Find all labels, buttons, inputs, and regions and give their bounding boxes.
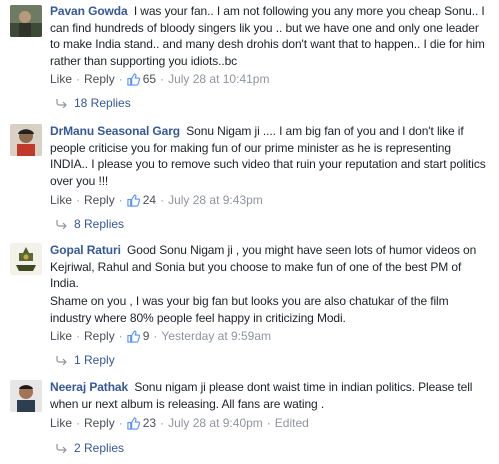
reply-arrow-icon	[56, 444, 67, 453]
comment-author[interactable]: Neeraj Pathak	[50, 380, 128, 394]
separator: ·	[118, 329, 123, 343]
reply-arrow-icon	[56, 356, 67, 365]
comment-text: Shame on you , I was your big fan but lo…	[50, 294, 449, 325]
reply-arrow-icon	[56, 99, 67, 108]
like-count[interactable]: 9	[143, 329, 150, 343]
thumbs-up-icon[interactable]	[127, 72, 140, 86]
reply-link[interactable]: Reply	[84, 416, 115, 430]
comment-actions: Like · Reply · 65 · July 28 at 10:41pm	[50, 72, 269, 86]
avatar-photo-icon	[10, 380, 42, 412]
separator: ·	[160, 416, 165, 430]
replies-count-label[interactable]: 8 Replies	[74, 217, 124, 231]
thumbs-up-icon[interactable]	[127, 416, 140, 430]
avatar[interactable]	[10, 124, 42, 156]
comment-body: Gopal Raturi Good Sonu Nigam ji , you mi…	[50, 242, 490, 292]
separator: ·	[76, 72, 81, 86]
thumbs-up-icon[interactable]	[127, 193, 140, 207]
replies-count-label[interactable]: 18 Replies	[74, 96, 131, 110]
separator: ·	[160, 72, 165, 86]
timestamp[interactable]: Yesterday at 9:59am	[161, 329, 271, 343]
reply-link[interactable]: Reply	[84, 193, 115, 207]
separator: ·	[76, 329, 81, 343]
replies-count-label[interactable]: 1 Reply	[74, 353, 115, 367]
separator: ·	[118, 72, 123, 86]
comment-body: DrManu Seasonal Garg Sonu Nigam ji .... …	[50, 123, 490, 189]
timestamp[interactable]: July 28 at 9:43pm	[168, 193, 263, 207]
replies-count-label[interactable]: 2 Replies	[74, 441, 124, 455]
comment-author[interactable]: Gopal Raturi	[50, 243, 121, 257]
like-link[interactable]: Like	[50, 72, 72, 86]
comment-body: Pavan Gowda I was your fan.. I am not fo…	[50, 3, 490, 69]
avatar[interactable]	[10, 5, 42, 37]
view-replies-link[interactable]: 1 Reply	[56, 353, 115, 367]
separator: ·	[76, 416, 81, 430]
avatar[interactable]	[10, 243, 42, 275]
view-replies-link[interactable]: 18 Replies	[56, 96, 131, 110]
comment-actions: Like · Reply · 23 · July 28 at 9:40pm · …	[50, 416, 309, 430]
avatar-photo-icon	[10, 124, 42, 156]
comment-body: Neeraj Pathak Sonu nigam ji please dont …	[50, 379, 490, 412]
avatar[interactable]	[10, 380, 42, 412]
reply-link[interactable]: Reply	[84, 329, 115, 343]
comment-actions: Like · Reply · 9 · Yesterday at 9:59am	[50, 329, 271, 343]
avatar-photo-icon	[10, 5, 42, 37]
thumbs-up-icon[interactable]	[127, 329, 140, 343]
separator: ·	[153, 329, 158, 343]
edited-label[interactable]: Edited	[275, 416, 309, 430]
separator: ·	[266, 416, 271, 430]
view-replies-link[interactable]: 2 Replies	[56, 441, 124, 455]
comment-author[interactable]: Pavan Gowda	[50, 4, 128, 18]
reply-link[interactable]: Reply	[84, 72, 115, 86]
timestamp[interactable]: July 28 at 10:41pm	[168, 72, 269, 86]
separator: ·	[160, 193, 165, 207]
view-replies-link[interactable]: 8 Replies	[56, 217, 124, 231]
emblem-avatar-icon	[10, 243, 42, 275]
like-count[interactable]: 65	[143, 72, 156, 86]
like-count[interactable]: 24	[143, 193, 156, 207]
like-link[interactable]: Like	[50, 416, 72, 430]
comment-body-paragraph-2: Shame on you , I was your big fan but lo…	[50, 293, 490, 326]
like-link[interactable]: Like	[50, 329, 72, 343]
separator: ·	[76, 193, 81, 207]
like-link[interactable]: Like	[50, 193, 72, 207]
like-count[interactable]: 23	[143, 416, 156, 430]
reply-arrow-icon	[56, 220, 67, 229]
timestamp[interactable]: July 28 at 9:40pm	[168, 416, 263, 430]
comment-actions: Like · Reply · 24 · July 28 at 9:43pm	[50, 193, 263, 207]
separator: ·	[118, 416, 123, 430]
comment-author[interactable]: DrManu Seasonal Garg	[50, 124, 180, 138]
separator: ·	[118, 193, 123, 207]
